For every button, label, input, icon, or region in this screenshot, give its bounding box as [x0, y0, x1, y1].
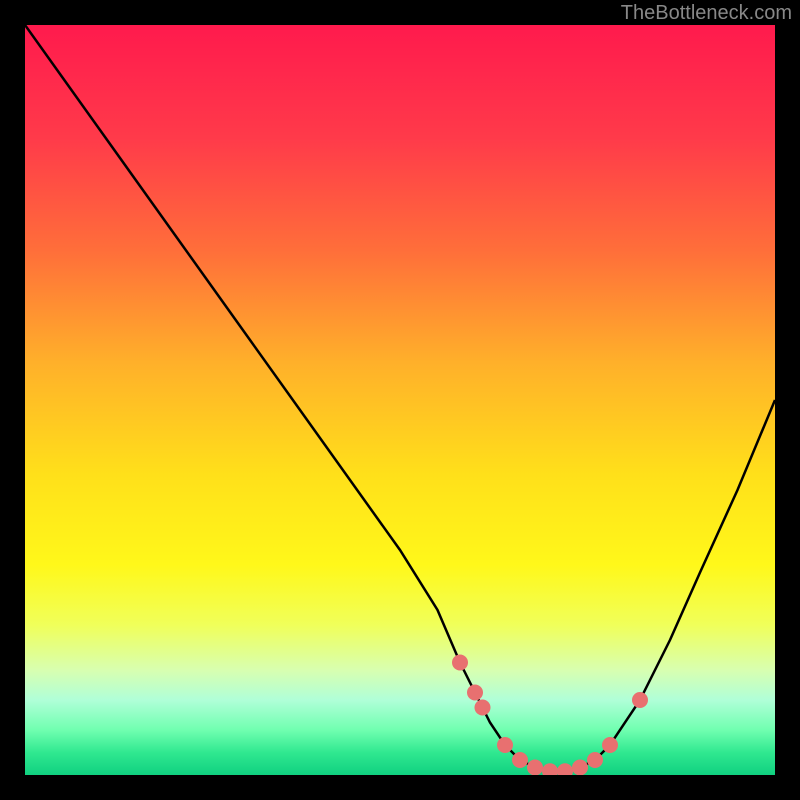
curve-marker [497, 737, 513, 753]
curve-marker [467, 685, 483, 701]
curve-marker [572, 760, 588, 776]
bottleneck-curve [25, 25, 775, 771]
chart-plot-area [25, 25, 775, 775]
curve-marker [557, 763, 573, 775]
curve-marker [512, 752, 528, 768]
curve-marker [587, 752, 603, 768]
curve-marker [632, 692, 648, 708]
curve-marker [542, 763, 558, 775]
curve-marker [602, 737, 618, 753]
curve-layer [25, 25, 775, 775]
curve-marker [452, 655, 468, 671]
curve-markers [452, 655, 648, 776]
watermark-text: TheBottleneck.com [621, 2, 792, 25]
curve-marker [527, 760, 543, 776]
curve-marker [475, 700, 491, 716]
